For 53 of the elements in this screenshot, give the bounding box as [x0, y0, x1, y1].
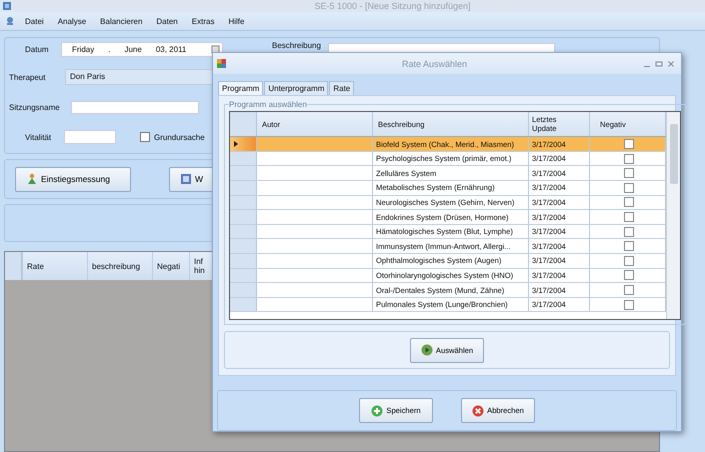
field-label: Sitzungsname [9, 102, 61, 112]
checkbox[interactable] [624, 256, 634, 266]
checkbox[interactable] [624, 212, 634, 222]
menu-item[interactable]: Hilfe [228, 16, 244, 26]
tab[interactable]: Programm [218, 81, 264, 96]
column-header[interactable]: Negati [152, 252, 189, 280]
field-label: Datum [25, 44, 50, 54]
group-title: Programm auswählen [229, 100, 307, 110]
app-icon [5, 16, 15, 26]
field-label: Therapeut [9, 72, 46, 82]
tab[interactable]: Rate [329, 81, 354, 96]
dialog-title: Rate Auswählen [400, 58, 468, 69]
measurement-button[interactable]: Einstiegsmessung [15, 166, 131, 192]
menu-item[interactable]: Daten [156, 16, 178, 26]
menu-item[interactable]: Extras [192, 16, 214, 26]
corner-header [230, 112, 257, 136]
figure-icon [26, 173, 38, 185]
vitality-field[interactable] [64, 130, 116, 144]
menu-item[interactable]: Datei [25, 16, 44, 26]
corner-header [5, 252, 22, 280]
checkbox[interactable] [140, 132, 150, 142]
menu-item[interactable]: Balancieren [100, 16, 142, 26]
checkbox[interactable] [624, 139, 634, 150]
maximize-icon[interactable] [655, 60, 663, 68]
checkbox[interactable] [624, 226, 634, 237]
checkbox[interactable] [624, 182, 634, 193]
checkbox[interactable] [624, 154, 634, 164]
scrollbar[interactable] [666, 112, 680, 320]
field-label: Beschreibung [272, 41, 322, 50]
app-icon [217, 59, 226, 68]
close-icon[interactable] [667, 60, 675, 68]
app-icon [2, 1, 12, 11]
column-header[interactable]: beschreibung [87, 252, 152, 280]
checkbox[interactable] [624, 197, 634, 208]
row-pointer-icon [234, 141, 238, 148]
checkbox[interactable] [624, 300, 634, 310]
document-icon [180, 173, 192, 185]
session-name-field[interactable] [71, 100, 199, 114]
window-title: SE-5 1000 - [Neue Sitzung hinzufügen] [314, 1, 471, 11]
menu-item[interactable]: Analyse [58, 16, 86, 26]
checkbox[interactable] [624, 168, 634, 178]
tab[interactable]: Unterprogramm [264, 81, 328, 96]
plus-icon [371, 404, 384, 417]
checkbox[interactable] [624, 241, 634, 252]
field-label: Vitalität [25, 132, 52, 142]
column-header[interactable]: Rate [22, 252, 87, 280]
checkbox-label: Grundursache [154, 132, 205, 142]
row-header[interactable] [230, 137, 257, 151]
date-field[interactable]: Friday . June 03, 2011 [61, 42, 223, 56]
play-icon [420, 344, 433, 356]
checkbox[interactable] [624, 270, 634, 280]
checkbox[interactable] [624, 285, 634, 296]
close-icon [472, 404, 484, 417]
